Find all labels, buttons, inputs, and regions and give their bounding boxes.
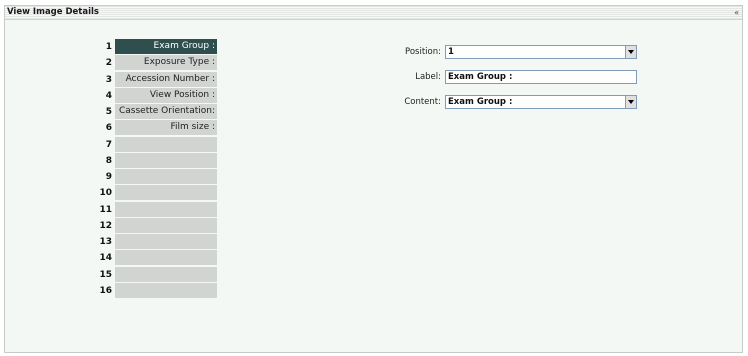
position-label: Position: [405,47,441,57]
row-cell[interactable] [115,282,217,298]
row-number: 16 [99,285,112,296]
view-image-details-panel: View Image Details « 1 Exam Group :2 Expos… [4,5,743,353]
label-label: Label: [415,72,441,82]
dropdown-arrow-icon[interactable] [625,96,636,108]
row-number: 1 [105,42,112,52]
row-cell[interactable] [115,152,217,168]
row-number: 8 [105,155,112,166]
row-cell[interactable] [115,234,217,249]
row-cell[interactable]: Film size : [115,120,217,136]
row-cell[interactable]: Cassette Orientation: [115,104,217,119]
row-cell[interactable]: Accession Number : [115,71,217,87]
row-number: 5 [105,107,112,117]
row-number: 12 [99,220,112,231]
row-cell[interactable] [115,185,217,201]
label-input[interactable]: Exam Group : [445,70,637,84]
row-number: 2 [105,58,112,69]
panel-titlebar: View Image Details « [5,6,742,20]
row-cell[interactable]: Exposure Type : [115,55,217,71]
row-number: 11 [99,204,112,215]
content-select-value: Exam Group : [448,97,513,107]
position-select[interactable]: 1 [445,45,637,59]
row-cell[interactable] [115,250,217,266]
row-cell[interactable]: Exam Group : [115,39,217,54]
row-number: 9 [105,172,112,182]
dropdown-arrow-icon[interactable] [625,46,636,58]
row-number: 6 [105,123,112,134]
row-cell[interactable] [115,201,217,217]
content-label: Content: [404,97,441,107]
row-number: 10 [99,188,112,199]
row-cell[interactable] [115,217,217,233]
row-cell[interactable] [115,136,217,152]
row-number: 7 [105,139,112,150]
position-select-value: 1 [448,47,454,57]
row-number: 14 [99,253,112,264]
content-select[interactable]: Exam Group : [445,95,637,109]
row-cell[interactable] [115,169,217,184]
label-input-value: Exam Group : [448,72,513,82]
row-number: 3 [105,74,112,85]
row-cell[interactable] [115,266,217,282]
row-number: 15 [99,269,112,280]
row-number: 4 [105,90,112,101]
collapse-icon[interactable]: « [734,6,739,19]
row-number: 13 [99,237,112,247]
row-cell[interactable]: View Position : [115,87,217,103]
panel-title: View Image Details [7,7,99,17]
